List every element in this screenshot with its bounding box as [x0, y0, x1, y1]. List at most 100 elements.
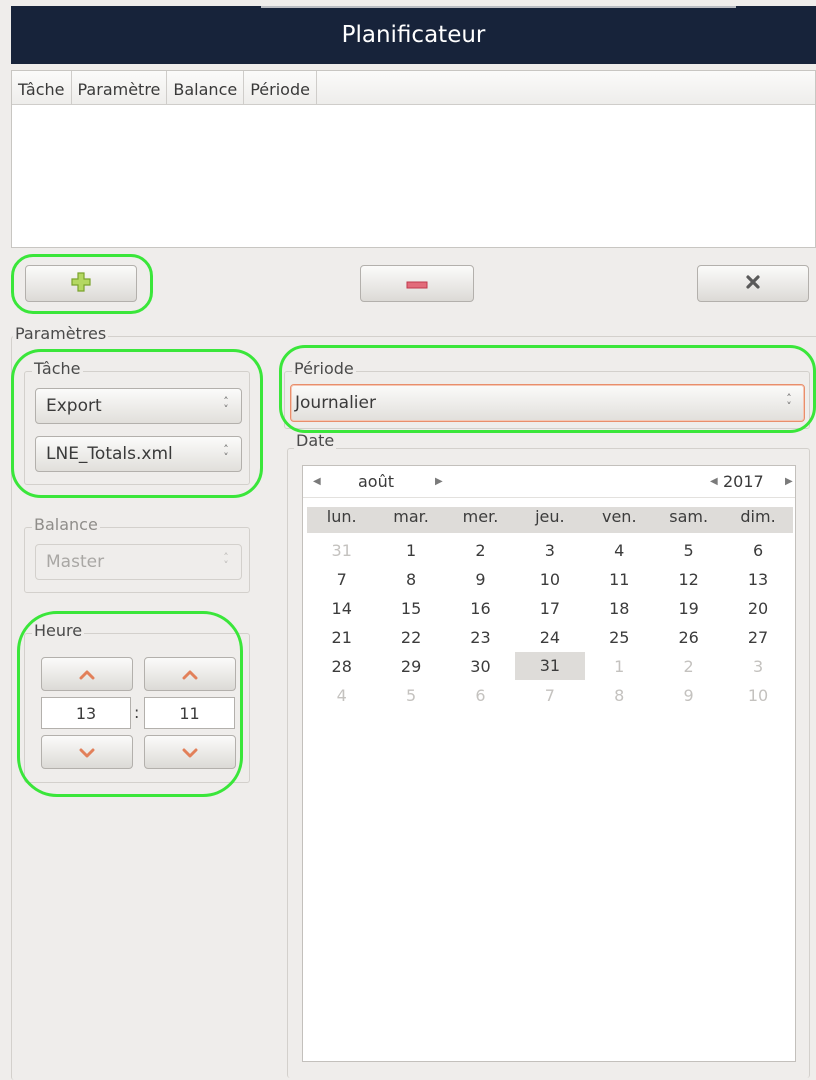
calendar-day[interactable]: 3	[723, 657, 792, 676]
x-icon	[745, 274, 761, 294]
column-header-parametre[interactable]: Paramètre	[72, 71, 168, 104]
calendar-month: août	[358, 472, 395, 491]
remove-button[interactable]	[360, 265, 474, 302]
calendar-week-row: 31 1 2 3 4 5 6	[307, 536, 793, 564]
periode-select-value: Journalier	[295, 393, 376, 413]
title-divider	[261, 6, 736, 8]
calendar-day[interactable]: 26	[654, 628, 723, 647]
hour-down-button[interactable]	[41, 735, 133, 769]
calendar-day[interactable]: 24	[515, 628, 584, 647]
calendar-day[interactable]: 20	[723, 599, 792, 618]
date-legend: Date	[294, 431, 337, 450]
calendar-day[interactable]: 5	[376, 686, 445, 705]
calendar-day[interactable]: 21	[307, 628, 376, 647]
weekday-header-row: lun. mar. mer. jeu. ven. sam. dim.	[307, 507, 793, 533]
minute-value: 11	[179, 703, 200, 723]
calendar-day[interactable]: 23	[446, 628, 515, 647]
calendar-week-row: 4 5 6 7 8 9 10	[307, 681, 793, 709]
minute-down-button[interactable]	[144, 735, 236, 769]
calendar-day[interactable]: 15	[376, 599, 445, 618]
calendar-day[interactable]: 2	[654, 657, 723, 676]
calendar-day[interactable]: 19	[654, 599, 723, 618]
calendar-day[interactable]: 6	[723, 541, 792, 560]
calendar-day[interactable]: 7	[307, 570, 376, 589]
calendar-day[interactable]: 1	[585, 657, 654, 676]
calendar-week-row: 14 15 16 17 18 19 20	[307, 594, 793, 622]
clear-button[interactable]	[697, 265, 809, 302]
calendar-day-selected[interactable]: 31	[515, 652, 585, 680]
hour-value: 13	[75, 703, 97, 723]
window-titlebar: Planificateur	[11, 6, 816, 64]
calendar-day[interactable]: 30	[446, 657, 515, 676]
task-select[interactable]: Export ˄ ˅	[35, 388, 242, 424]
calendar-day[interactable]: 1	[376, 541, 445, 560]
chevron-up-icon	[182, 665, 198, 684]
calendar-day[interactable]: 17	[515, 599, 584, 618]
parametres-legend: Paramètres	[13, 324, 109, 343]
spin-arrows-icon: ˄ ˅	[786, 392, 792, 413]
calendar-day[interactable]: 2	[446, 541, 515, 560]
tache-legend: Tâche	[32, 359, 83, 378]
window-title: Planificateur	[341, 22, 486, 48]
heure-legend: Heure	[32, 621, 85, 640]
calendar-day[interactable]: 27	[723, 628, 792, 647]
column-header-periode[interactable]: Période	[244, 71, 317, 104]
balance-legend: Balance	[32, 515, 100, 534]
calendar-day[interactable]: 5	[654, 541, 723, 560]
minus-icon	[406, 274, 428, 293]
calendar-day[interactable]: 25	[585, 628, 654, 647]
column-header-balance[interactable]: Balance	[167, 71, 245, 104]
calendar-day[interactable]: 22	[376, 628, 445, 647]
prev-year-arrow-icon[interactable]: ◀	[710, 476, 718, 487]
calendar-day[interactable]: 4	[585, 541, 654, 560]
weekday-label: mer.	[462, 507, 499, 526]
calendar-day[interactable]: 16	[446, 599, 515, 618]
calendar-day[interactable]: 14	[307, 599, 376, 618]
minute-field[interactable]: 11	[144, 697, 235, 729]
calendar-day[interactable]: 29	[376, 657, 445, 676]
calendar-day[interactable]: 28	[307, 657, 376, 676]
calendar-day[interactable]: 11	[585, 570, 654, 589]
calendar-day[interactable]: 4	[307, 686, 376, 705]
minute-up-button[interactable]	[144, 657, 236, 691]
hour-up-button[interactable]	[41, 657, 133, 691]
add-button[interactable]	[25, 265, 137, 302]
balance-select-value: Master	[46, 552, 105, 572]
calendar[interactable]: ◀ août ▶ ◀ 2017 ▶ lun. mar. mer. jeu. ve…	[302, 465, 796, 1062]
calendar-day[interactable]: 6	[446, 686, 515, 705]
periode-select[interactable]: Journalier ˄ ˅	[290, 384, 805, 422]
calendar-week-row: 21 22 23 24 25 26 27	[307, 623, 793, 651]
prev-month-arrow-icon[interactable]: ◀	[313, 476, 321, 487]
plus-icon	[71, 271, 91, 296]
column-header-tache[interactable]: Tâche	[12, 71, 72, 104]
calendar-day[interactable]: 8	[585, 686, 654, 705]
periode-legend: Période	[292, 359, 356, 378]
calendar-day[interactable]: 10	[515, 570, 584, 589]
weekday-label: dim.	[740, 507, 776, 526]
hour-field[interactable]: 13	[41, 697, 131, 729]
task-select-value: Export	[46, 396, 102, 416]
calendar-day[interactable]: 9	[654, 686, 723, 705]
calendar-day[interactable]: 18	[585, 599, 654, 618]
calendar-day[interactable]: 7	[515, 686, 584, 705]
calendar-week-row: 7 8 9 10 11 12 13	[307, 565, 793, 593]
calendar-day[interactable]: 8	[376, 570, 445, 589]
task-table[interactable]: Tâche Paramètre Balance Période	[11, 70, 816, 248]
weekday-label: mar.	[393, 507, 429, 526]
chevron-down-icon	[79, 743, 95, 762]
calendar-week-row: 28 29 30 31 1 2 3	[307, 652, 793, 680]
next-month-arrow-icon[interactable]: ▶	[435, 476, 443, 487]
calendar-day[interactable]: 31	[307, 541, 376, 560]
spin-arrows-icon: ˄ ˅	[223, 443, 229, 464]
next-year-arrow-icon[interactable]: ▶	[785, 476, 793, 487]
calendar-day[interactable]: 10	[723, 686, 792, 705]
calendar-day[interactable]: 13	[723, 570, 792, 589]
chevron-down-icon	[182, 743, 198, 762]
calendar-header: ◀ août ▶ ◀ 2017 ▶	[303, 466, 795, 498]
parameter-select[interactable]: LNE_Totals.xml ˄ ˅	[35, 436, 242, 472]
calendar-day[interactable]: 9	[446, 570, 515, 589]
table-header: Tâche Paramètre Balance Période	[12, 71, 815, 105]
calendar-day[interactable]: 12	[654, 570, 723, 589]
spin-arrows-icon: ˄ ˅	[223, 551, 229, 572]
calendar-day[interactable]: 3	[515, 541, 584, 560]
